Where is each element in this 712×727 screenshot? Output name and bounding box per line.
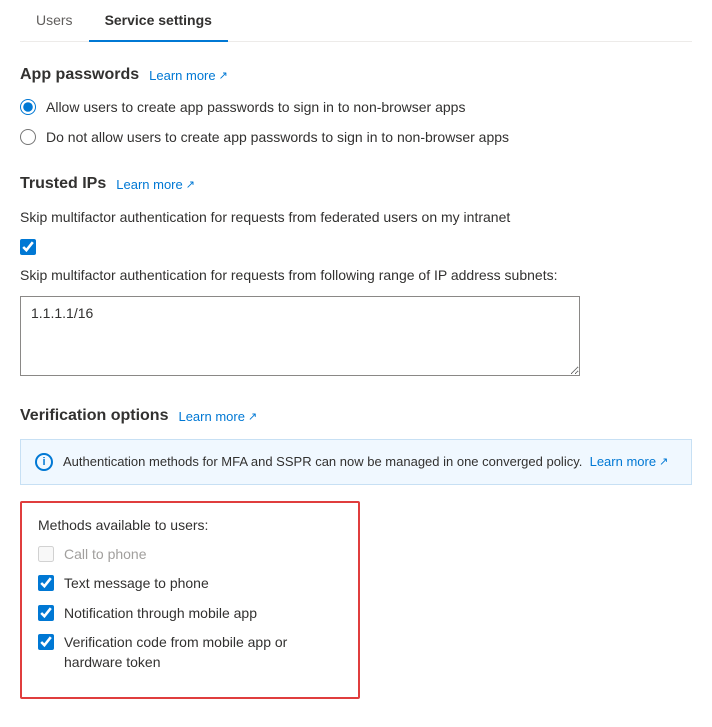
allow-app-passwords-radio[interactable]: [20, 99, 36, 115]
skip-federated-label: Skip multifactor authentication for requ…: [20, 207, 692, 228]
allow-app-passwords-option: Allow users to create app passwords to s…: [20, 98, 692, 118]
disallow-app-passwords-label[interactable]: Do not allow users to create app passwor…: [46, 128, 509, 148]
converged-policy-external-link-icon: ↗: [659, 454, 668, 471]
skip-federated-checkbox[interactable]: [20, 239, 36, 255]
tab-service-settings[interactable]: Service settings: [89, 0, 228, 42]
app-passwords-section: App passwords Learn more ↗ Allow users t…: [20, 66, 692, 147]
verification-options-heading: Verification options: [20, 407, 168, 425]
text-message-label[interactable]: Text message to phone: [64, 574, 209, 594]
verification-options-external-link-icon: ↗: [248, 410, 257, 423]
disallow-app-passwords-option: Do not allow users to create app passwor…: [20, 128, 692, 148]
ip-subnets-textarea[interactable]: 1.1.1.1/16: [20, 296, 580, 376]
info-icon: i: [35, 453, 53, 471]
methods-available-title: Methods available to users:: [38, 517, 342, 533]
ip-subnets-label: Skip multifactor authentication for requ…: [20, 265, 692, 286]
call-to-phone-label[interactable]: Call to phone: [64, 545, 147, 565]
converged-policy-info: i Authentication methods for MFA and SSP…: [20, 439, 692, 485]
trusted-ips-external-link-icon: ↗: [186, 178, 195, 191]
notification-mobile-option: Notification through mobile app: [38, 604, 342, 624]
text-message-checkbox[interactable]: [38, 575, 54, 591]
verification-options-section: Verification options Learn more ↗ i Auth…: [20, 407, 692, 698]
text-message-option: Text message to phone: [38, 574, 342, 594]
disallow-app-passwords-radio[interactable]: [20, 129, 36, 145]
verification-options-learn-more[interactable]: Learn more ↗: [178, 409, 257, 424]
external-link-icon: ↗: [219, 69, 228, 82]
verification-code-checkbox[interactable]: [38, 634, 54, 650]
allow-app-passwords-label[interactable]: Allow users to create app passwords to s…: [46, 98, 465, 118]
tab-users[interactable]: Users: [20, 0, 89, 42]
app-passwords-heading: App passwords: [20, 66, 139, 84]
verification-code-option: Verification code from mobile app or har…: [38, 633, 342, 672]
call-to-phone-checkbox[interactable]: [38, 546, 54, 562]
trusted-ips-heading: Trusted IPs: [20, 175, 106, 193]
converged-policy-learn-more[interactable]: Learn more ↗: [590, 452, 669, 472]
app-passwords-learn-more[interactable]: Learn more ↗: [149, 68, 228, 83]
trusted-ips-section: Trusted IPs Learn more ↗ Skip multifacto…: [20, 175, 692, 379]
verification-code-label[interactable]: Verification code from mobile app or har…: [64, 633, 342, 672]
call-to-phone-option: Call to phone: [38, 545, 342, 565]
notification-mobile-checkbox[interactable]: [38, 605, 54, 621]
trusted-ips-learn-more[interactable]: Learn more ↗: [116, 177, 195, 192]
methods-available-box: Methods available to users: Call to phon…: [20, 501, 360, 699]
notification-mobile-label[interactable]: Notification through mobile app: [64, 604, 257, 624]
skip-federated-option: [20, 238, 692, 255]
converged-policy-text: Authentication methods for MFA and SSPR …: [63, 452, 668, 472]
tabs-nav: Users Service settings: [20, 0, 692, 42]
